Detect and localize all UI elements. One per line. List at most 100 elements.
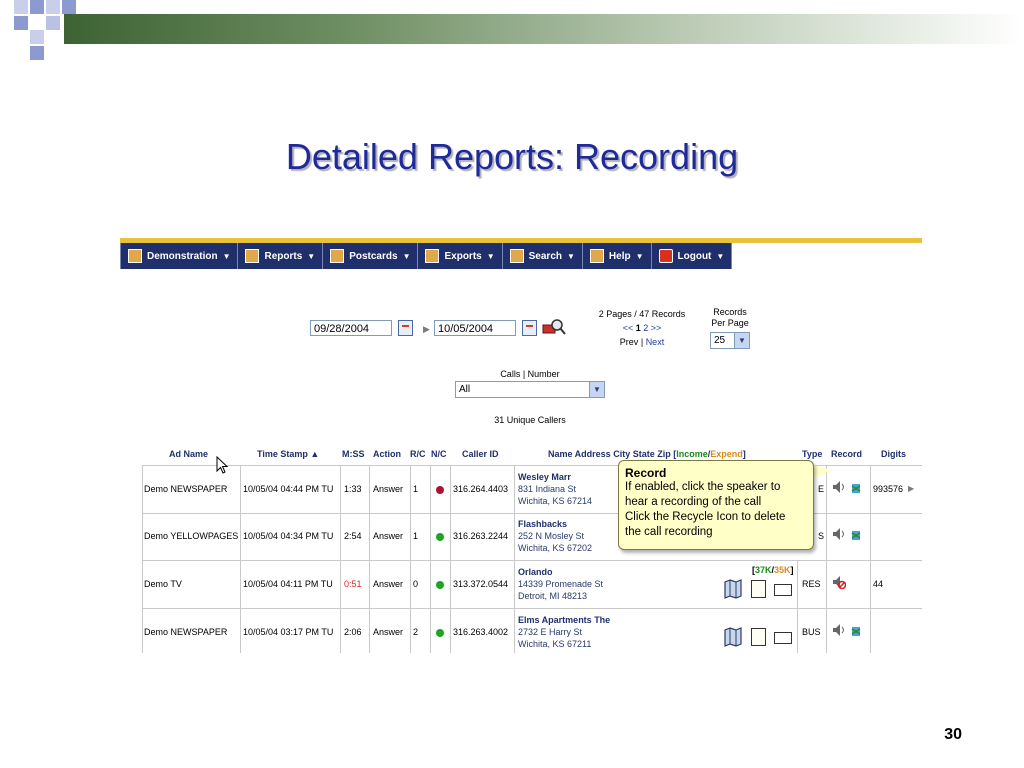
tooltip-line: Click the Recycle Icon to delete (625, 511, 786, 523)
decor-square (46, 16, 60, 30)
status-dot-green (436, 629, 444, 637)
chevron-down-icon: ▼ (222, 251, 231, 261)
recycle-icon[interactable] (849, 623, 863, 637)
row-divider (369, 466, 370, 513)
status-dot-green (436, 581, 444, 589)
col-mss[interactable]: M:SS (342, 449, 365, 459)
recycle-icon[interactable] (849, 527, 863, 541)
start-date-input[interactable]: 09/28/2004 (310, 320, 392, 336)
recycle-icon[interactable] (849, 480, 863, 494)
end-date-input[interactable]: 10/05/2004 (434, 320, 516, 336)
col-name-address[interactable]: Name Address City State Zip [Income/Expe… (548, 449, 746, 459)
cell-ad: Demo YELLOWPAGES (144, 531, 239, 541)
cell-time: 10/05/04 04:44 PM TU (243, 484, 334, 494)
envelope-icon[interactable] (774, 632, 792, 644)
search-go-icon[interactable] (542, 317, 566, 337)
col-ad-name[interactable]: Ad Name (169, 449, 208, 459)
logout-icon (658, 249, 673, 263)
col-type[interactable]: Type (802, 449, 822, 459)
document-icon[interactable] (751, 628, 766, 646)
row-divider (797, 561, 798, 608)
chevron-down-icon: ▼ (589, 382, 604, 397)
calendar-icon[interactable] (522, 320, 537, 336)
cell-mss: 0:51 (344, 579, 362, 589)
calendar-icon[interactable] (398, 320, 413, 336)
decor-square (46, 0, 60, 14)
arrow-right-icon[interactable]: ▶ (908, 484, 914, 493)
menu-help[interactable]: Help ▼ (583, 243, 652, 269)
document-icon[interactable] (751, 580, 766, 598)
col-caller-id[interactable]: Caller ID (462, 449, 499, 459)
cell-rc: 1 (413, 484, 419, 494)
next-link[interactable]: Next (646, 337, 665, 347)
per-page-value: 25 (714, 335, 726, 346)
caller-name[interactable]: Wesley Marr (518, 471, 592, 483)
row-divider (870, 561, 871, 608)
cell-address: Flashbacks 252 N Mosley St Wichita, KS 6… (518, 518, 592, 554)
cell-action: Answer (373, 484, 404, 494)
cell-digits: 44 (873, 579, 884, 589)
speaker-icon[interactable] (832, 623, 846, 637)
row-divider (240, 466, 241, 513)
cell-address: Wesley Marr 831 Indiana St Wichita, KS 6… (518, 471, 592, 507)
envelope-icon[interactable] (774, 584, 792, 596)
menu-demonstration[interactable]: Demonstration ▼ (121, 243, 239, 269)
col-record[interactable]: Record (831, 449, 862, 459)
cell-caller[interactable]: 316.263.2244 (453, 531, 508, 541)
map-icon[interactable] (724, 627, 742, 647)
chevron-down-icon: ▼ (402, 251, 411, 261)
map-icon[interactable] (724, 579, 742, 599)
caller-name[interactable]: Flashbacks (518, 518, 592, 530)
row-divider (450, 466, 451, 513)
search-icon (509, 249, 524, 263)
table-row[interactable]: Demo NEWSPAPER 10/05/04 03:17 PM TU 2:06… (142, 609, 922, 653)
page-links: << 1 2 >> (600, 323, 684, 333)
row-divider (410, 513, 411, 560)
caller-name[interactable]: Elms Apartments The (518, 614, 610, 626)
row-divider (369, 561, 370, 608)
decor-square (14, 16, 28, 30)
col-action[interactable]: Action (373, 449, 401, 459)
table-row[interactable]: Demo TV 10/05/04 04:11 PM TU 0:51 Answer… (142, 561, 922, 609)
menu-logout[interactable]: Logout ▼ (652, 243, 733, 269)
menu-exports[interactable]: Exports ▼ (418, 243, 503, 269)
calls-select[interactable]: All ▼ (455, 381, 605, 398)
chevron-down-icon: ▼ (567, 251, 575, 261)
row-divider (340, 561, 341, 608)
row-divider (340, 466, 341, 513)
caller-name[interactable]: Orlando (518, 566, 603, 578)
cell-caller[interactable]: 313.372.0544 (453, 579, 508, 589)
col-expend-link[interactable]: Expend (710, 449, 743, 459)
col-rc[interactable]: R/C (410, 449, 426, 459)
decor-square (30, 0, 44, 14)
speaker-icon[interactable] (832, 527, 846, 541)
menu-reports[interactable]: Reports ▼ (238, 243, 324, 269)
row-divider (369, 609, 370, 653)
speaker-icon[interactable] (832, 480, 846, 494)
first-page-link[interactable]: << (623, 323, 634, 333)
expend-value: 35K (774, 565, 791, 575)
cell-rc: 2 (413, 627, 419, 637)
row-divider (430, 466, 431, 513)
col-bracket: ] (742, 449, 746, 459)
menu-postcards[interactable]: Postcards ▼ (323, 243, 419, 269)
slide-number: 30 (944, 726, 962, 743)
menu-search[interactable]: Search ▼ (503, 243, 583, 269)
col-nc[interactable]: N/C (431, 449, 447, 459)
menu-label: Exports (444, 250, 482, 262)
col-time-stamp[interactable]: Time Stamp ▲ (257, 449, 319, 459)
tooltip-line: If enabled, click the speaker to (625, 481, 781, 493)
cell-caller[interactable]: 316.264.4403 (453, 484, 508, 494)
calls-value: All (459, 384, 471, 395)
page-2-link[interactable]: 2 (643, 323, 648, 333)
col-income-link[interactable]: Income (676, 449, 708, 459)
tooltip-line: the call recording (625, 526, 713, 538)
cell-rc: 1 (413, 531, 419, 541)
cell-type: BUS (802, 627, 821, 637)
cell-caller[interactable]: 316.263.4002 (453, 627, 508, 637)
per-page-select[interactable]: 25 ▼ (710, 332, 750, 349)
col-digits[interactable]: Digits (881, 449, 906, 459)
last-page-link[interactable]: >> (651, 323, 662, 333)
prev-link[interactable]: Prev (620, 337, 639, 347)
mouse-cursor-icon (216, 456, 229, 474)
